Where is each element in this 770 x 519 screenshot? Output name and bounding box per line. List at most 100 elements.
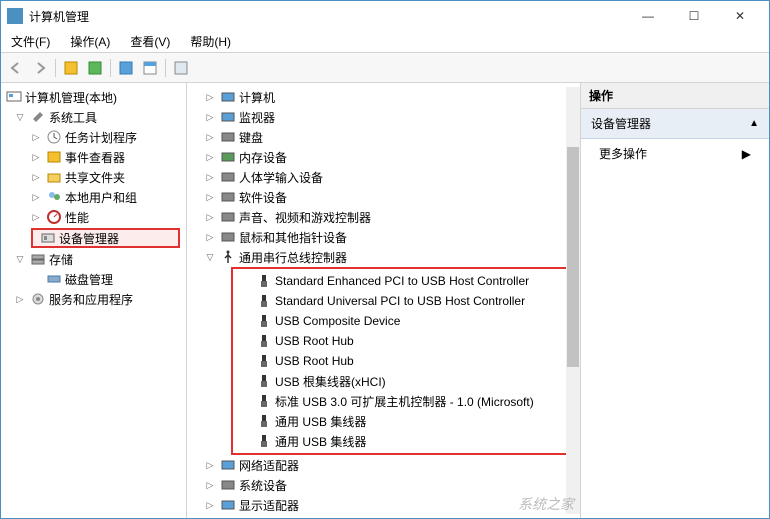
- tree-label: 键盘: [239, 129, 263, 146]
- close-button[interactable]: ✕: [717, 2, 763, 30]
- services-icon: [30, 291, 46, 307]
- tree-performance[interactable]: ▷ 性能: [1, 207, 186, 227]
- tree-label: Standard Universal PCI to USB Host Contr…: [275, 294, 525, 308]
- tree-disk-mgmt[interactable]: 磁盘管理: [1, 269, 186, 289]
- expand-toggle[interactable]: ▷: [203, 498, 217, 512]
- toolbar-separator: [55, 59, 56, 77]
- expand-toggle[interactable]: ▷: [203, 478, 217, 492]
- mouse-icon: [220, 229, 236, 245]
- tree-usb-child[interactable]: 通用 USB 集线器: [233, 431, 566, 451]
- tree-label: USB Composite Device: [275, 314, 400, 328]
- expand-toggle[interactable]: ▽: [203, 250, 217, 264]
- expand-toggle[interactable]: ▷: [29, 150, 43, 164]
- expand-toggle[interactable]: ▷: [203, 210, 217, 224]
- more-actions[interactable]: 更多操作 ▶: [581, 139, 769, 168]
- menu-view[interactable]: 查看(V): [126, 31, 174, 52]
- menu-action[interactable]: 操作(A): [66, 31, 114, 52]
- expand-toggle[interactable]: ▷: [203, 170, 217, 184]
- tool-help[interactable]: [170, 57, 192, 79]
- expand-toggle[interactable]: ▷: [29, 210, 43, 224]
- actions-section[interactable]: 设备管理器 ▲: [581, 109, 769, 139]
- expand-toggle[interactable]: ▷: [203, 190, 217, 204]
- tree-mouse[interactable]: ▷鼠标和其他指针设备: [187, 227, 580, 247]
- left-tree-pane[interactable]: 计算机管理(本地) ▽ 系统工具 ▷ 任务计划程序 ▷ 事件查看器 ▷ 共享文件…: [1, 83, 187, 518]
- tree-usb-child[interactable]: USB Composite Device: [233, 311, 566, 331]
- tree-services-apps[interactable]: ▷ 服务和应用程序: [1, 289, 186, 309]
- usb-children-box: Standard Enhanced PCI to USB Host Contro…: [231, 267, 568, 455]
- expand-toggle[interactable]: ▷: [203, 230, 217, 244]
- tree-usb-child[interactable]: USB Root Hub: [233, 351, 566, 371]
- tree-keyboard[interactable]: ▷ 键盘: [187, 127, 580, 147]
- tree-label: 软件设备: [239, 189, 287, 206]
- tool-view[interactable]: [84, 57, 106, 79]
- usb-connector-icon: [256, 273, 272, 289]
- tree-monitor[interactable]: ▷监视器: [187, 107, 580, 127]
- expand-toggle[interactable]: ▷: [203, 458, 217, 472]
- window-title: 计算机管理: [29, 8, 625, 25]
- device-tree-pane[interactable]: ▷计算机▷监视器▷键盘▷内存设备▷人体学输入设备▷软件设备▷声音、视频和游戏控制…: [187, 83, 581, 518]
- vertical-scrollbar[interactable]: [566, 87, 580, 514]
- tree-audio[interactable]: ▷声音、视频和游戏控制器: [187, 207, 580, 227]
- arrow-up-icon: ▲: [749, 118, 759, 129]
- tree-label: 服务和应用程序: [49, 291, 133, 308]
- tree-network[interactable]: ▷网络适配器: [187, 455, 580, 475]
- tree-event-viewer[interactable]: ▷ 事件查看器: [1, 147, 186, 167]
- tree-usb-child[interactable]: 标准 USB 3.0 可扩展主机控制器 - 1.0 (Microsoft): [233, 391, 566, 411]
- tree-memory[interactable]: ▷内存设备: [187, 147, 580, 167]
- menu-help[interactable]: 帮助(H): [186, 31, 235, 52]
- usb-connector-icon: [256, 373, 272, 389]
- tree-device-manager[interactable]: 设备管理器: [31, 228, 180, 248]
- tool-properties[interactable]: [139, 57, 161, 79]
- display-icon: [220, 497, 236, 513]
- expand-toggle[interactable]: ▷: [29, 190, 43, 204]
- tree-usb-child[interactable]: USB 根集线器(xHCI): [233, 371, 566, 391]
- expand-toggle[interactable]: ▷: [203, 130, 217, 144]
- minimize-button[interactable]: —: [625, 2, 671, 30]
- tree-label: 本地用户和组: [65, 189, 137, 206]
- tool-add[interactable]: [60, 57, 82, 79]
- tree-system-tools[interactable]: ▽ 系统工具: [1, 107, 186, 127]
- usb-connector-icon: [256, 433, 272, 449]
- expand-toggle[interactable]: ▷: [29, 170, 43, 184]
- usb-icon: [220, 249, 236, 265]
- expand-toggle[interactable]: ▷: [29, 130, 43, 144]
- expand-toggle[interactable]: ▷: [203, 110, 217, 124]
- tree-local-users[interactable]: ▷ 本地用户和组: [1, 187, 186, 207]
- scroll-thumb[interactable]: [567, 147, 579, 367]
- tool-refresh[interactable]: [115, 57, 137, 79]
- tree-label: 性能: [65, 209, 89, 226]
- expand-toggle[interactable]: ▷: [13, 292, 27, 306]
- tree-software[interactable]: ▷ 软件设备: [187, 187, 580, 207]
- storage-icon: [30, 251, 46, 267]
- monitor-icon: [220, 89, 236, 105]
- tree-storage[interactable]: ▽ 存储: [1, 249, 186, 269]
- tree-usb-child[interactable]: Standard Universal PCI to USB Host Contr…: [233, 291, 566, 311]
- tree-root-computer-mgmt[interactable]: 计算机管理(本地): [1, 87, 186, 107]
- tree-usb-child[interactable]: 通用 USB 集线器: [233, 411, 566, 431]
- tree-label: 存储: [49, 251, 73, 268]
- expand-toggle[interactable]: ▽: [13, 110, 27, 124]
- tree-display[interactable]: ▷显示适配器: [187, 495, 580, 515]
- menu-file[interactable]: 文件(F): [7, 31, 54, 52]
- tree-task-scheduler[interactable]: ▷ 任务计划程序: [1, 127, 186, 147]
- tree-sysdev[interactable]: ▷系统设备: [187, 475, 580, 495]
- tree-hid[interactable]: ▷人体学输入设备: [187, 167, 580, 187]
- tree-usb-child[interactable]: Standard Enhanced PCI to USB Host Contro…: [233, 271, 566, 291]
- expand-toggle[interactable]: ▽: [13, 252, 27, 266]
- app-icon: [7, 8, 23, 24]
- tree-computer[interactable]: ▷ 计算机: [187, 87, 580, 107]
- tree-label: 共享文件夹: [65, 169, 125, 186]
- tree-label: USB 根集线器(xHCI): [275, 373, 386, 390]
- software-icon: [220, 189, 236, 205]
- tree-shared-folders[interactable]: ▷ 共享文件夹: [1, 167, 186, 187]
- back-button[interactable]: [5, 57, 27, 79]
- usb-connector-icon: [256, 313, 272, 329]
- expand-toggle[interactable]: ▷: [203, 150, 217, 164]
- maximize-button[interactable]: ☐: [671, 2, 717, 30]
- expand-toggle[interactable]: ▷: [203, 90, 217, 104]
- tree-usb-controllers[interactable]: ▽ 通用串行总线控制器: [187, 247, 580, 267]
- computer-mgmt-icon: [6, 89, 22, 105]
- tree-label: 计算机: [239, 89, 275, 106]
- tree-usb-child[interactable]: USB Root Hub: [233, 331, 566, 351]
- forward-button[interactable]: [29, 57, 51, 79]
